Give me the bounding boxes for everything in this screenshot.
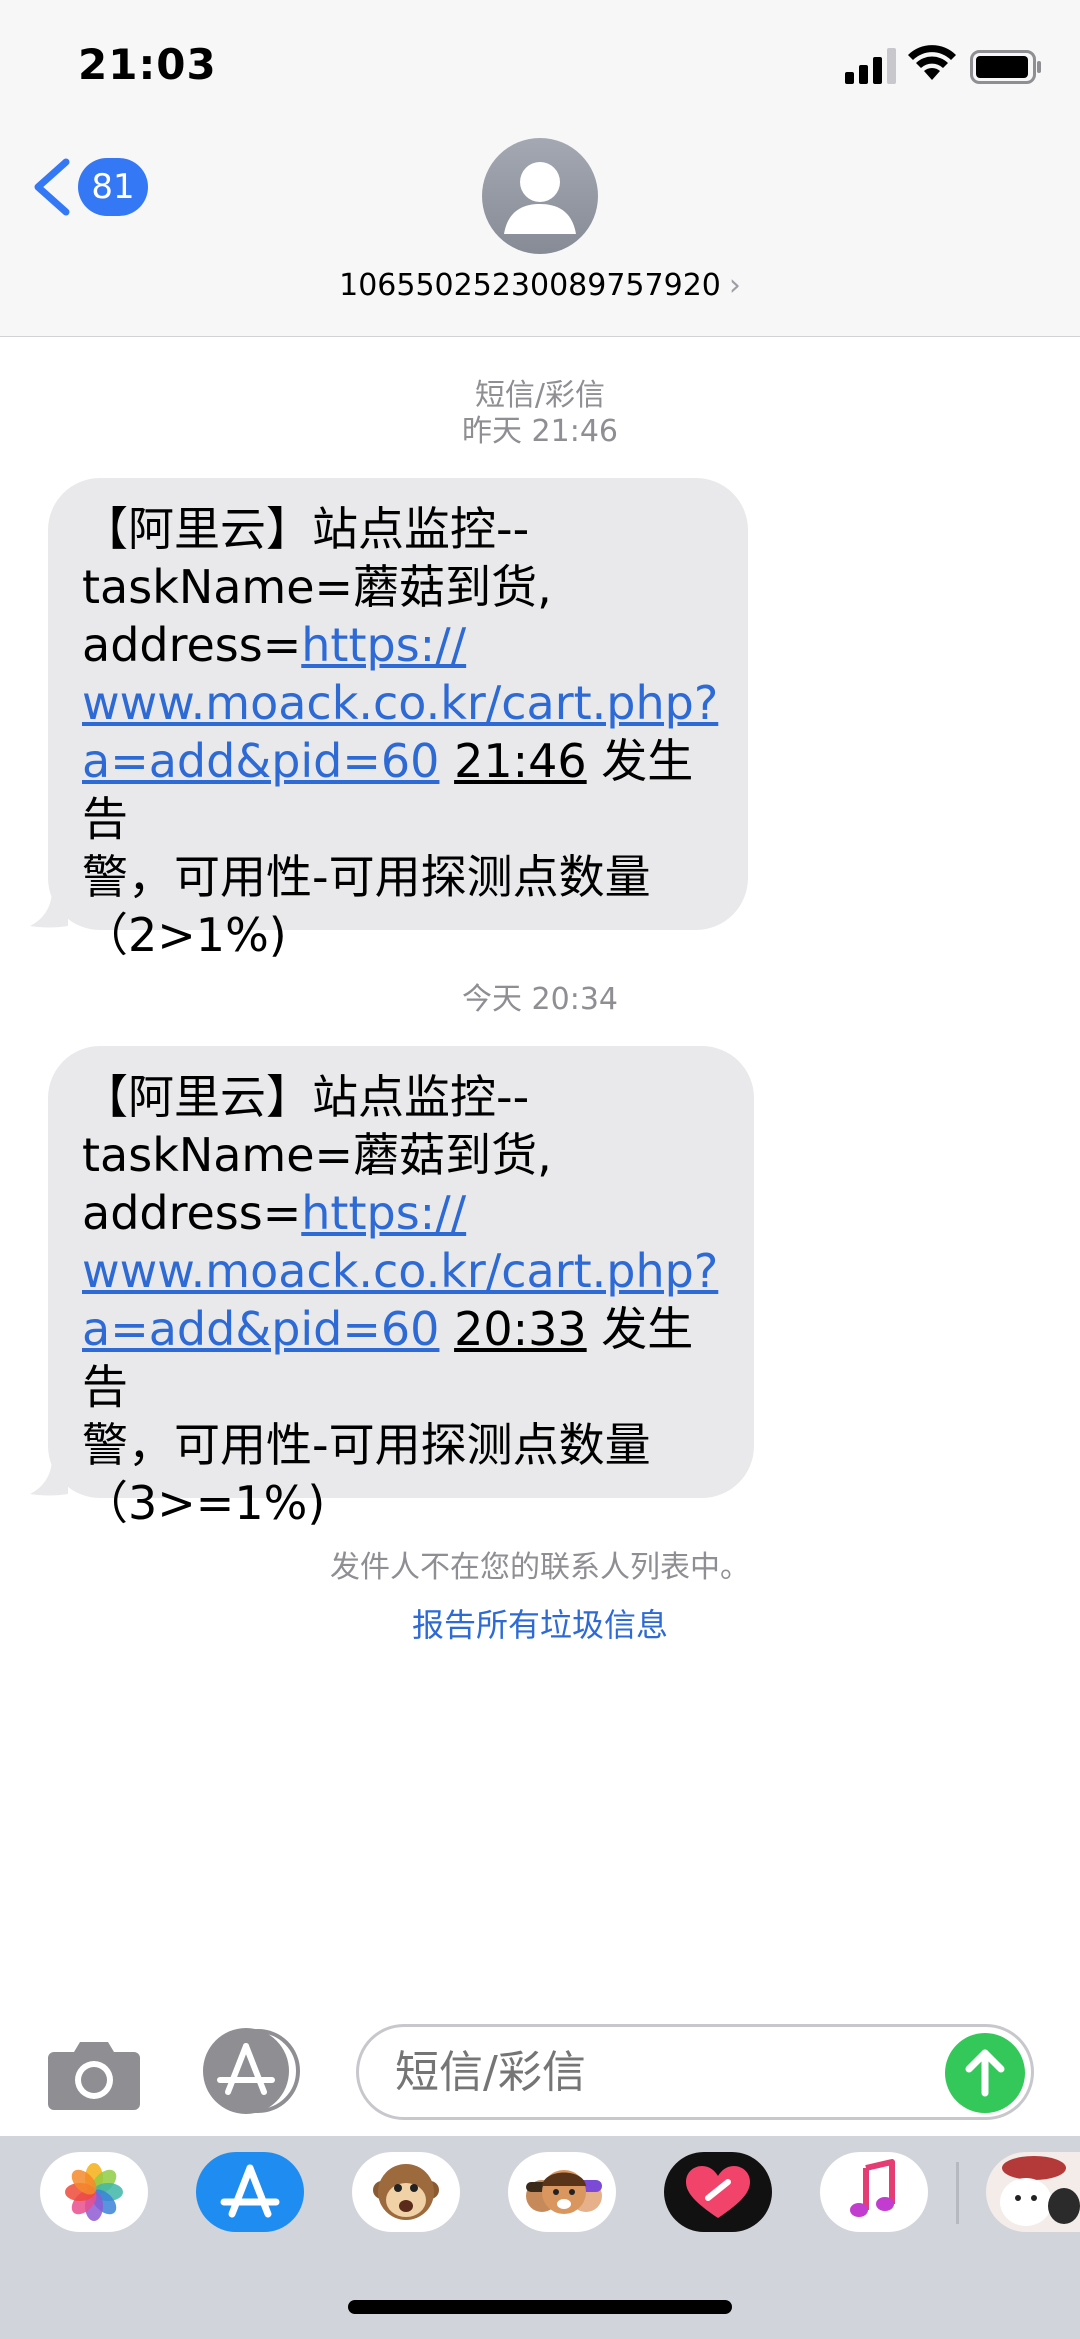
drawer-divider — [956, 2162, 959, 2224]
sticker-app-button[interactable] — [986, 2152, 1080, 2232]
person-icon — [504, 162, 576, 234]
message-input[interactable] — [393, 2027, 917, 2119]
time-detected-link[interactable]: 20:33 — [454, 1302, 587, 1356]
music-note-icon — [850, 2159, 895, 2217]
message-line: a=add&pid=60 21:46 发生告 — [82, 732, 714, 848]
heart-icon — [686, 2166, 750, 2218]
message-bubble[interactable]: 【阿里云】站点监控-- taskName=蘑菇到货, address=https… — [48, 1046, 754, 1530]
message-timestamp: 昨天 21:46 — [462, 414, 618, 449]
message-timestamp: 今天 20:34 — [462, 982, 618, 1017]
message-line: taskName=蘑菇到货, — [82, 560, 552, 614]
url-link[interactable]: a=add&pid=60 — [82, 734, 439, 788]
photos-icon — [65, 2163, 123, 2221]
url-link[interactable]: www.moack.co.kr/cart.php? — [82, 1244, 718, 1298]
monkey-icon — [373, 2164, 439, 2220]
unknown-sender-notice: 发件人不在您的联系人列表中。 — [330, 1550, 750, 1585]
message-line: 警，可用性-可用探测点数量 — [82, 1418, 651, 1472]
address-prefix: address= — [82, 618, 302, 672]
camera-icon[interactable] — [48, 2036, 140, 2110]
status-time: 21:03 — [78, 40, 217, 89]
photos-app-button[interactable] — [40, 2152, 148, 2232]
send-button[interactable] — [945, 2033, 1025, 2113]
back-button[interactable]: 81 — [30, 152, 150, 222]
message-line: 【阿里云】站点监控-- — [82, 1070, 530, 1124]
unread-count-badge: 81 — [78, 158, 148, 216]
battery-icon — [970, 50, 1041, 84]
message-line: taskName=蘑菇到货, — [82, 1128, 552, 1182]
sticker-icon — [1000, 2156, 1080, 2226]
message-line: address=https:// — [82, 616, 714, 674]
nav-header: 21:03 81 10655025230089757920 › — [0, 0, 1080, 337]
message-line: www.moack.co.kr/cart.php? — [82, 1242, 720, 1300]
animoji-app-button[interactable] — [352, 2152, 460, 2232]
message-line: address=https:// — [82, 1184, 720, 1242]
url-link[interactable]: https:// — [301, 1186, 466, 1240]
message-bubble[interactable]: 【阿里云】站点监控-- taskName=蘑菇到货, address=https… — [48, 478, 748, 962]
contact-number: 10655025230089757920 — [339, 268, 721, 303]
time-detected-link[interactable]: 21:46 — [454, 734, 587, 788]
music-app-button[interactable] — [820, 2152, 928, 2232]
message-line: a=add&pid=60 20:33 发生告 — [82, 1300, 720, 1416]
contact-avatar[interactable] — [482, 138, 598, 254]
wifi-icon — [908, 45, 956, 80]
app-store-icon[interactable] — [200, 2028, 304, 2114]
memoji-icon — [526, 2170, 602, 2214]
message-line: （3>=1%) — [82, 1476, 326, 1530]
cellular-signal-icon — [845, 48, 896, 84]
url-link[interactable]: https:// — [301, 618, 466, 672]
arrow-up-icon — [965, 2049, 1005, 2097]
home-indicator[interactable] — [348, 2300, 732, 2314]
contact-name[interactable]: 10655025230089757920 › — [0, 268, 1080, 303]
app-store-app-button[interactable] — [196, 2152, 304, 2232]
memoji-app-button[interactable] — [508, 2152, 616, 2232]
service-label: 短信/彩信 — [474, 378, 606, 413]
message-line: 警，可用性-可用探测点数量 — [82, 850, 651, 904]
message-line: www.moack.co.kr/cart.php? — [82, 674, 718, 732]
report-junk-link[interactable]: 报告所有垃圾信息 — [0, 1600, 1080, 1646]
url-link[interactable]: a=add&pid=60 — [82, 1302, 439, 1356]
message-line: 【阿里云】站点监控-- — [82, 502, 530, 556]
digital-touch-app-button[interactable] — [664, 2152, 772, 2232]
app-store-icon — [220, 2164, 280, 2218]
address-prefix: address= — [82, 1186, 302, 1240]
url-link[interactable]: www.moack.co.kr/cart.php? — [82, 676, 718, 730]
message-composer[interactable] — [356, 2024, 1034, 2120]
message-line: （2>1%) — [82, 908, 287, 962]
chevron-left-icon — [34, 158, 70, 216]
chevron-right-icon: › — [728, 268, 741, 303]
